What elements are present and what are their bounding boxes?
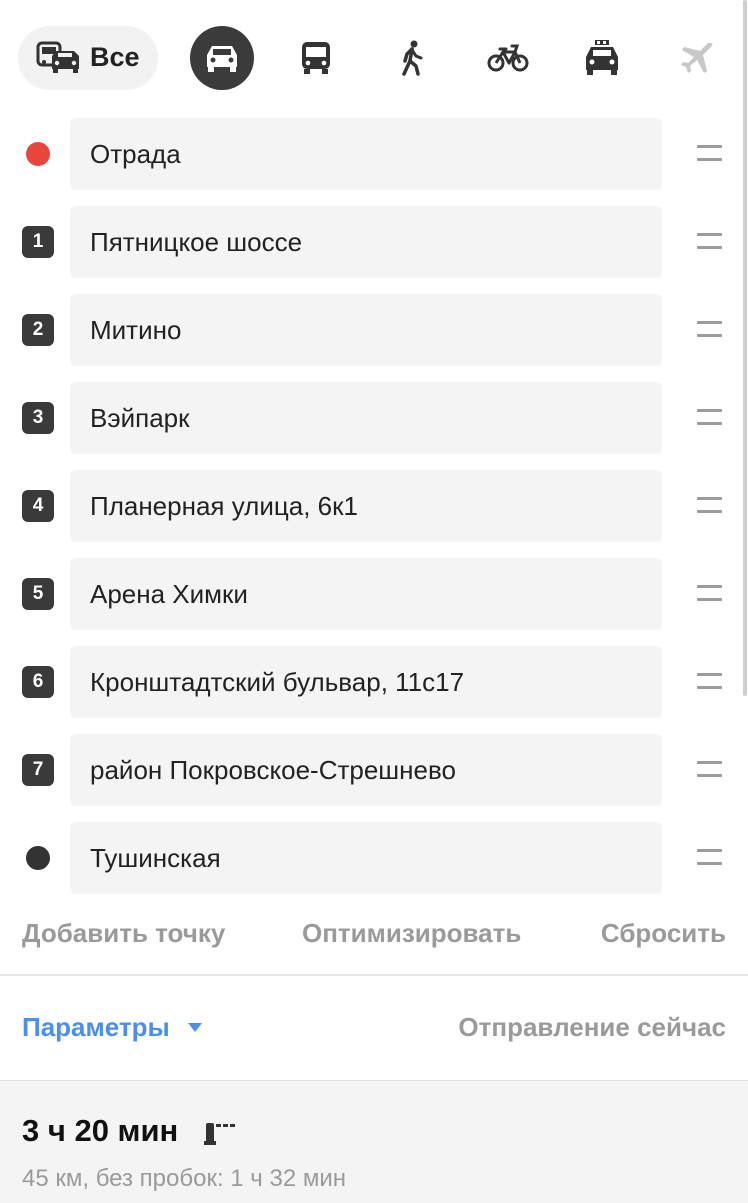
waypoint-number-badge: 4 <box>22 490 54 522</box>
drag-handle-icon[interactable] <box>696 847 724 869</box>
drag-handle-icon[interactable] <box>696 319 724 341</box>
route-stop-3: 3 Вэйпарк <box>0 382 748 454</box>
waypoint-number-badge: 5 <box>22 578 54 610</box>
stop-input-end[interactable]: Тушинская <box>70 822 662 894</box>
waypoint-number-badge: 7 <box>22 754 54 786</box>
mode-all-label: Все <box>90 42 140 72</box>
optimize-button[interactable]: Оптимизировать <box>302 918 521 949</box>
airplane-icon <box>681 43 713 73</box>
mode-car-button[interactable] <box>190 26 254 90</box>
waypoint-number-badge: 3 <box>22 402 54 434</box>
mode-bike-button[interactable] <box>476 26 540 90</box>
drag-handle-icon[interactable] <box>696 495 724 517</box>
waypoint-number-badge: 1 <box>22 226 54 258</box>
route-stop-2: 2 Митино <box>0 294 748 366</box>
mode-taxi-button[interactable] <box>570 26 634 90</box>
toll-barrier-icon <box>204 1123 235 1145</box>
route-duration: 3 ч 20 мин <box>22 1113 179 1148</box>
route-stop-6: 6 Кронштадтский бульвар, 11с17 <box>0 646 748 718</box>
route-stop-start: Отрада <box>0 118 748 190</box>
stop-input-5[interactable]: Арена Химки <box>70 558 662 630</box>
route-stop-7: 7 район Покровское-Стрешнево <box>0 734 748 806</box>
reset-button[interactable]: Сбросить <box>601 918 726 949</box>
drag-handle-icon[interactable] <box>696 407 724 429</box>
drag-handle-icon[interactable] <box>696 671 724 693</box>
route-stop-end: Тушинская <box>0 822 748 894</box>
route-actions: Добавить точку Оптимизировать Сбросить <box>0 910 748 960</box>
bicycle-icon <box>487 44 529 72</box>
drag-handle-icon[interactable] <box>696 231 724 253</box>
mode-walk-button[interactable] <box>380 26 444 90</box>
route-params-row: Параметры Отправление сейчас <box>0 1000 748 1056</box>
stop-input-7[interactable]: район Покровское-Стрешнево <box>70 734 662 806</box>
route-stop-5: 5 Арена Химки <box>0 558 748 630</box>
stop-input-1[interactable]: Пятницкое шоссе <box>70 206 662 278</box>
end-point-marker <box>26 846 50 870</box>
route-result-card[interactable]: 3 ч 20 мин 45 км, без пробок: 1 ч 32 мин <box>0 1080 748 1203</box>
add-point-button[interactable]: Добавить точку <box>22 918 225 949</box>
taxi-icon <box>586 40 618 75</box>
drag-handle-icon[interactable] <box>696 583 724 605</box>
mode-transit-button[interactable] <box>284 26 348 90</box>
car-icon <box>207 46 237 72</box>
departure-time-button[interactable]: Отправление сейчас <box>458 1012 726 1043</box>
bus-icon <box>302 42 330 74</box>
stop-input-3[interactable]: Вэйпарк <box>70 382 662 454</box>
caret-down-icon[interactable] <box>188 1023 202 1032</box>
scrollbar[interactable] <box>743 0 747 696</box>
start-point-marker <box>26 142 50 166</box>
route-stop-1: 1 Пятницкое шоссе <box>0 206 748 278</box>
transport-mode-selector: Все <box>0 0 748 118</box>
mode-plane-button[interactable] <box>666 26 730 90</box>
stop-input-6[interactable]: Кронштадтский бульвар, 11с17 <box>70 646 662 718</box>
car-bus-icon <box>36 41 79 73</box>
stop-input-start[interactable]: Отрада <box>70 118 662 190</box>
route-stop-4: 4 Планерная улица, 6к1 <box>0 470 748 542</box>
stop-input-4[interactable]: Планерная улица, 6к1 <box>70 470 662 542</box>
waypoint-number-badge: 2 <box>22 314 54 346</box>
drag-handle-icon[interactable] <box>696 759 724 781</box>
route-details: 45 км, без пробок: 1 ч 32 мин <box>22 1165 346 1192</box>
divider <box>0 974 748 976</box>
mode-all-button[interactable]: Все <box>18 26 158 90</box>
pedestrian-icon <box>402 40 423 76</box>
waypoint-number-badge: 6 <box>22 666 54 698</box>
params-dropdown-button[interactable]: Параметры <box>22 1012 170 1043</box>
drag-handle-icon[interactable] <box>696 143 724 165</box>
stop-input-2[interactable]: Митино <box>70 294 662 366</box>
